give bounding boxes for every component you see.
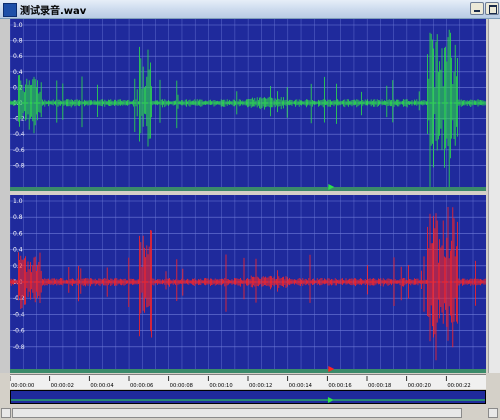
- time-tick-label: 00:00:10: [209, 383, 232, 389]
- time-tick-label: 00:00:00: [11, 383, 34, 389]
- left-channel-waveform: 1.00.80.60.40.20.0-0.2-0.4-0.6-0.8: [10, 19, 486, 191]
- vertical-scrollbar[interactable]: [488, 19, 500, 373]
- time-tick-label: 00:00:16: [328, 383, 351, 389]
- right-channel-waveform: 1.00.80.60.40.20.0-0.2-0.4-0.6-0.8: [10, 195, 486, 373]
- time-tick-label: 00:00:06: [130, 383, 153, 389]
- overview-waveform: [11, 397, 485, 403]
- scroll-right-arrow[interactable]: [488, 408, 498, 418]
- left-channel-panel[interactable]: 1.0 0.8 0.6 0.4 0.2 0.0 -0.2 -0.4 -0.6 -0.8: [10, 19, 486, 191]
- time-tick-label: 00:00:02: [51, 383, 74, 389]
- amp-tick-label: 0.2: [13, 263, 23, 270]
- maximize-button[interactable]: [485, 2, 499, 15]
- horizontal-scrollbar[interactable]: [0, 406, 500, 420]
- amp-tick-label: 1.0: [13, 198, 23, 205]
- amp-tick-label: 0.4: [13, 69, 23, 76]
- amp-tick-label: 0.4: [13, 247, 23, 254]
- right-channel-wave: [10, 207, 486, 361]
- scroll-left-arrow[interactable]: [1, 408, 11, 418]
- time-tick-label: 00:00:12: [249, 383, 272, 389]
- time-tick-label: 00:00:22: [447, 383, 470, 389]
- overview-strip[interactable]: [10, 390, 486, 404]
- amp-tick-label: 0.8: [13, 214, 23, 221]
- right-channel-panel[interactable]: 1.0 0.8 0.6 0.4 0.2 0.0 -0.2 -0.4 -0.6 -0.8: [10, 195, 486, 373]
- amp-tick-label: 0.2: [13, 84, 23, 91]
- window-title: 测试录音.wav: [20, 6, 87, 17]
- overview-playhead[interactable]: [327, 397, 334, 403]
- time-tick-label: 00:00:20: [408, 383, 431, 389]
- channel-footer: [10, 369, 486, 373]
- time-tick-label: 00:00:04: [90, 383, 114, 389]
- minimize-button[interactable]: [470, 2, 484, 15]
- amp-tick-label: 0.8: [13, 38, 23, 45]
- time-tick-label: 00:00:08: [170, 383, 193, 389]
- time-ruler: 00:00:00 00:00:02 00:00:04 00:00:06 00:00:08…: [9, 374, 486, 389]
- scroll-thumb[interactable]: [12, 408, 462, 418]
- amp-tick-label: 0.6: [13, 230, 23, 237]
- time-tick-label: 00:00:14: [289, 383, 313, 389]
- channel-footer: [10, 187, 486, 191]
- time-ruler-ticks: 00:00:00 00:00:02 00:00:04 00:00:06 00:00:08…: [9, 376, 471, 389]
- app-icon: [3, 3, 17, 17]
- amp-tick-label: 0.6: [13, 53, 23, 60]
- time-tick-label: 00:00:18: [368, 383, 391, 389]
- left-margin: [0, 19, 10, 373]
- left-channel-wave: [10, 29, 486, 188]
- amp-tick-label: 1.0: [13, 22, 23, 29]
- title-bar: 测试录音.wav: [0, 0, 500, 19]
